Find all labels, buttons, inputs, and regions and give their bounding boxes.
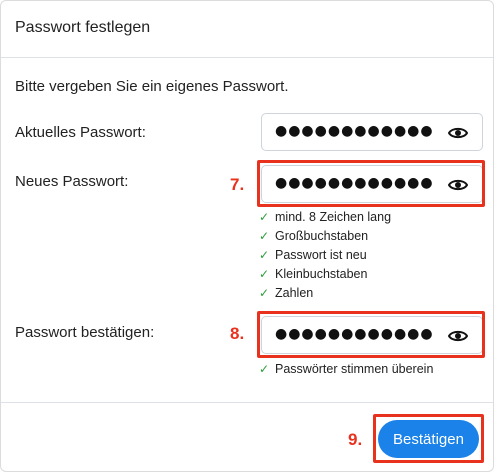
check-icon: ✓ xyxy=(259,229,270,243)
list-item: ✓ Passwort ist neu xyxy=(259,246,391,265)
check-icon: ✓ xyxy=(259,286,270,300)
confirm-password-label: Passwort bestätigen: xyxy=(15,324,155,341)
list-item: ✓ Passwörter stimmen überein xyxy=(259,360,433,379)
list-item: ✓ Großbuchstaben xyxy=(259,227,391,246)
eye-icon[interactable] xyxy=(448,328,468,344)
footer-divider xyxy=(1,402,493,403)
requirement-text: Kleinbuchstaben xyxy=(275,267,368,281)
new-password-field[interactable]: ●●●●●●●●●●●● xyxy=(261,165,483,203)
current-password-field[interactable]: ●●●●●●●●●●●●●●●● xyxy=(261,113,483,151)
password-dialog: Passwort festlegen Bitte vergeben Sie ei… xyxy=(0,0,494,472)
check-icon: ✓ xyxy=(259,362,270,376)
eye-icon[interactable] xyxy=(448,177,468,193)
eye-icon[interactable] xyxy=(448,125,468,141)
check-icon: ✓ xyxy=(259,267,270,281)
match-text: Passwörter stimmen überein xyxy=(275,362,434,376)
new-password-label: Neues Passwort: xyxy=(15,173,129,190)
new-password-value: ●●●●●●●●●●●● xyxy=(275,175,433,191)
requirement-text: Zahlen xyxy=(275,286,314,300)
requirement-text: Passwort ist neu xyxy=(275,248,367,262)
step-7-marker: 7. xyxy=(230,175,245,194)
confirm-password-field[interactable]: ●●●●●●●●●●●● xyxy=(261,316,483,354)
list-item: ✓ Kleinbuchstaben xyxy=(259,265,391,284)
list-item: ✓ mind. 8 Zeichen lang xyxy=(259,208,391,227)
check-icon: ✓ xyxy=(259,210,270,224)
password-requirements: ✓ mind. 8 Zeichen lang ✓ Großbuchstaben ✓ P… xyxy=(259,208,391,303)
requirement-text: Großbuchstaben xyxy=(275,229,369,243)
match-status: ✓ Passwörter stimmen überein xyxy=(259,360,433,379)
step-9-marker: 9. xyxy=(348,430,363,449)
step-8-marker: 8. xyxy=(230,324,245,343)
dialog-header: Passwort festlegen xyxy=(1,1,493,58)
confirm-password-value: ●●●●●●●●●●●● xyxy=(275,326,433,342)
requirement-text: mind. 8 Zeichen lang xyxy=(275,210,392,224)
intro-text: Bitte vergeben Sie ein eigenes Passwort. xyxy=(15,78,289,95)
list-item: ✓ Zahlen xyxy=(259,284,391,303)
confirm-button[interactable]: Bestätigen xyxy=(378,420,479,458)
dialog-title: Passwort festlegen xyxy=(15,19,151,36)
current-password-value: ●●●●●●●●●●●●●●●● xyxy=(275,123,433,139)
current-password-label: Aktuelles Passwort: xyxy=(15,124,146,141)
check-icon: ✓ xyxy=(259,248,270,262)
